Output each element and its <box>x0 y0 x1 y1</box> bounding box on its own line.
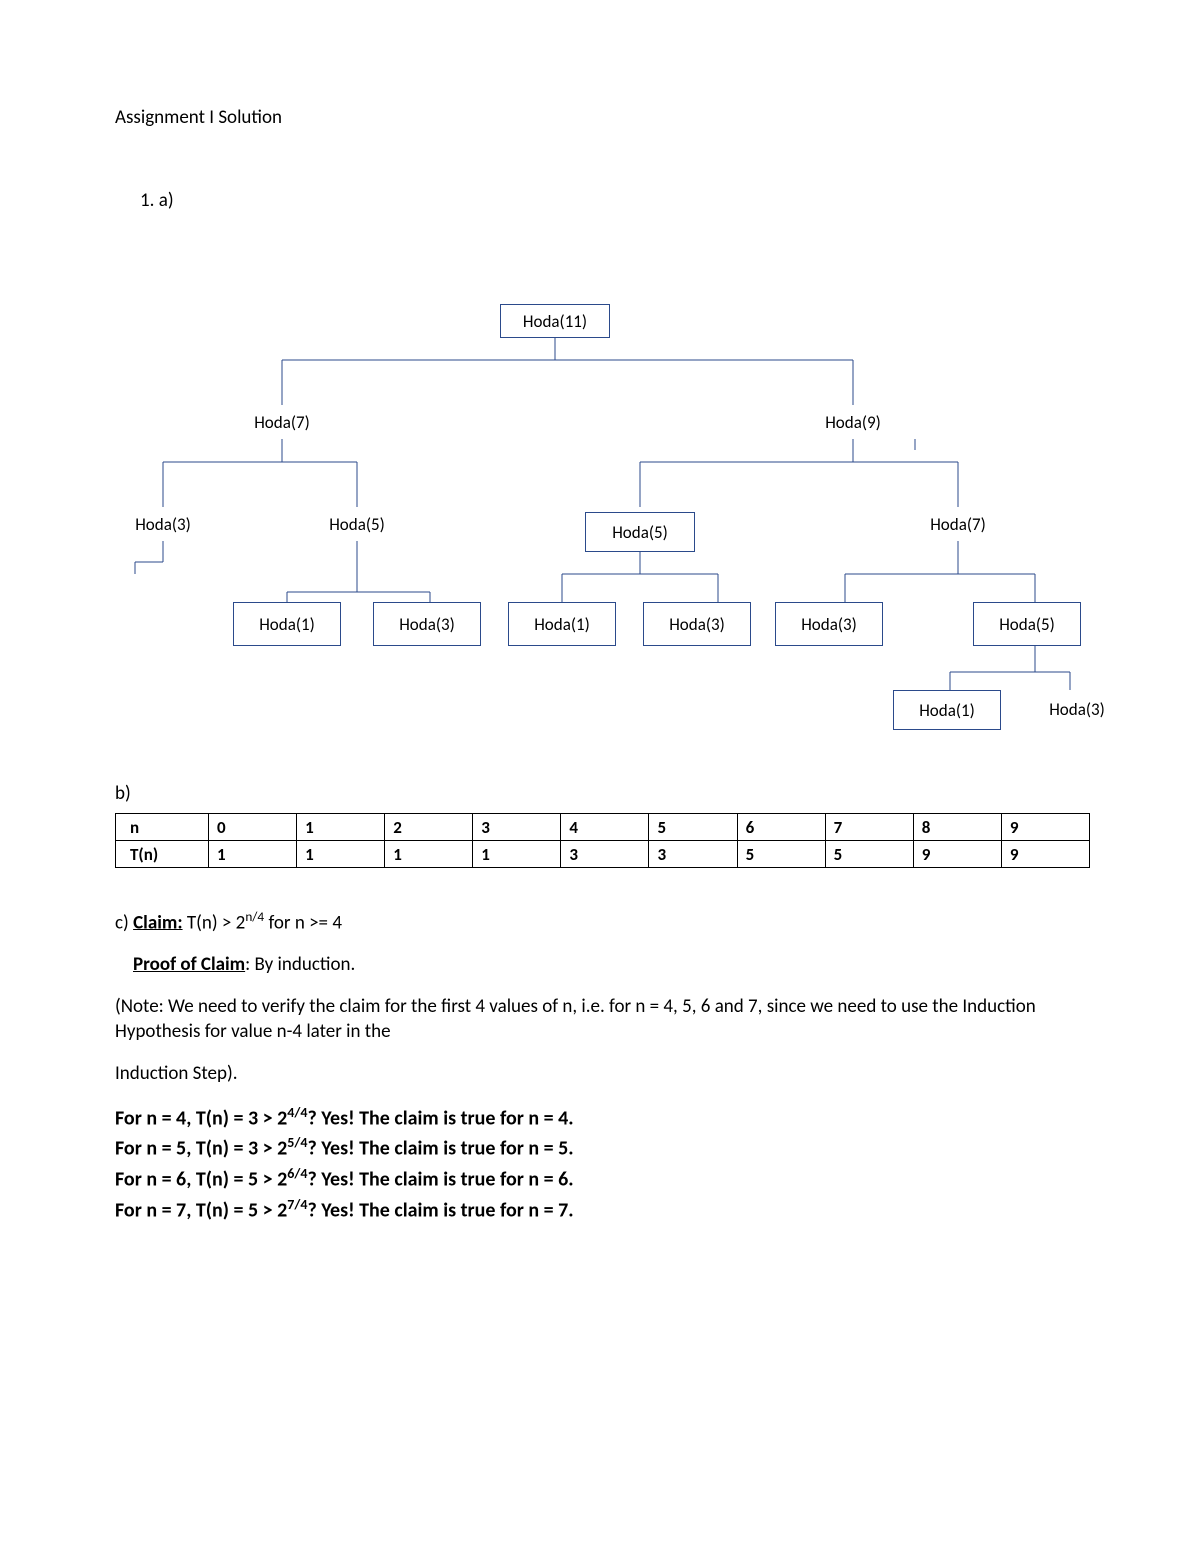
tree-node-label: Hoda(3) <box>801 614 857 635</box>
tree-node-ll: Hoda(3) <box>119 507 207 541</box>
tree-node-label: Hoda(1) <box>259 614 315 635</box>
table-row: n 0 1 2 3 4 5 6 7 8 9 <box>116 814 1090 841</box>
part-c-proof: c) Claim: T(n) > 2n/4 for n >= 4 Proof o… <box>115 908 1085 1225</box>
base-case-line: For n = 4, T(n) = 3 > 24/4? Yes! The cla… <box>115 1103 1085 1134</box>
base-case-text: ? Yes! The claim is true for n = 6. <box>307 1168 573 1192</box>
table-cell: 1 <box>209 841 297 868</box>
proof-of-claim-text: : By induction. <box>245 953 355 976</box>
proof-of-claim-label: Proof of Claim <box>133 953 245 976</box>
base-case-text: For n = 4, T(n) = 3 > 2 <box>115 1106 287 1130</box>
table-cell: 2 <box>385 814 473 841</box>
table-cell: 7 <box>825 814 913 841</box>
tree-node-label: Hoda(7) <box>930 514 986 535</box>
tree-node-label: Hoda(3) <box>399 614 455 635</box>
tree-node-label: Hoda(3) <box>669 614 725 635</box>
tree-node-r: Hoda(9) <box>809 405 897 439</box>
tree-node-rrl: Hoda(3) <box>775 602 883 646</box>
table-cell: 6 <box>737 814 825 841</box>
base-case-text: ? Yes! The claim is true for n = 5. <box>307 1137 573 1161</box>
table-cell: T(n) <box>116 841 209 868</box>
tree-node-l: Hoda(7) <box>238 405 326 439</box>
proof-of-claim-line: Proof of Claim: By induction. <box>133 952 1085 978</box>
tree-node-label: Hoda(5) <box>612 522 668 543</box>
claim-text: T(n) > 2 <box>183 911 246 934</box>
base-case-text: For n = 6, T(n) = 5 > 2 <box>115 1168 287 1192</box>
tree-node-rll: Hoda(1) <box>508 602 616 646</box>
base-case-text: For n = 5, T(n) = 3 > 2 <box>115 1137 287 1161</box>
table-cell: 1 <box>297 841 385 868</box>
table-cell: 3 <box>649 841 737 868</box>
tree-node-rrr: Hoda(5) <box>973 602 1081 646</box>
table-cell: 8 <box>913 814 1001 841</box>
tree-node-lrr: Hoda(3) <box>373 602 481 646</box>
tree-node-lr: Hoda(5) <box>313 507 401 541</box>
tree-node-label: Hoda(3) <box>1049 699 1105 720</box>
tree-node-label: Hoda(11) <box>523 311 587 332</box>
tree-node-label: Hoda(1) <box>919 700 975 721</box>
base-case-sup: 4/4 <box>287 1104 307 1121</box>
base-case-sup: 6/4 <box>287 1165 307 1182</box>
tree-node-rl: Hoda(5) <box>585 512 695 552</box>
table-cell: 5 <box>825 841 913 868</box>
recursion-tree: Hoda(11) Hoda(7) Hoda(9) Hoda(3) Hoda(5)… <box>115 262 1090 742</box>
tree-node-label: Hoda(1) <box>534 614 590 635</box>
claim-text: for n >= 4 <box>264 911 342 934</box>
proof-note-2: Induction Step). <box>115 1061 1085 1087</box>
table-cell: 9 <box>913 841 1001 868</box>
base-case-line: For n = 7, T(n) = 5 > 27/4? Yes! The cla… <box>115 1195 1085 1226</box>
tree-node-rlr: Hoda(3) <box>643 602 751 646</box>
tree-node-label: Hoda(5) <box>329 514 385 535</box>
tree-node-lrl: Hoda(1) <box>233 602 341 646</box>
document-page: Assignment I Solution 1. a) <box>0 0 1200 1553</box>
base-case-text: ? Yes! The claim is true for n = 7. <box>307 1198 573 1222</box>
table-cell: 9 <box>1001 841 1089 868</box>
claim-line: c) Claim: T(n) > 2n/4 for n >= 4 <box>115 908 1085 936</box>
doc-title: Assignment I Solution <box>115 106 1085 129</box>
table-row: T(n) 1 1 1 1 3 3 5 5 9 9 <box>116 841 1090 868</box>
table-cell: 3 <box>561 841 649 868</box>
base-case-text: ? Yes! The claim is true for n = 4. <box>307 1106 573 1130</box>
base-case-line: For n = 6, T(n) = 5 > 26/4? Yes! The cla… <box>115 1164 1085 1195</box>
tree-node-label: Hoda(9) <box>825 412 881 433</box>
table-cell: 4 <box>561 814 649 841</box>
tree-node-rrrl: Hoda(1) <box>893 690 1001 730</box>
base-case-line: For n = 5, T(n) = 3 > 25/4? Yes! The cla… <box>115 1133 1085 1164</box>
base-case-sup: 5/4 <box>287 1134 307 1151</box>
tree-node-rrrr: Hoda(3) <box>1033 692 1121 726</box>
tree-node-rr: Hoda(7) <box>914 507 1002 541</box>
table-cell: 5 <box>737 841 825 868</box>
table-cell: 1 <box>297 814 385 841</box>
table-cell: n <box>116 814 209 841</box>
part-b-label: b) <box>115 782 1085 805</box>
claim-label: Claim: <box>133 911 182 934</box>
table-cell: 5 <box>649 814 737 841</box>
tree-node-label: Hoda(7) <box>254 412 310 433</box>
proof-note: (Note: We need to verify the claim for t… <box>115 994 1085 1045</box>
table-cell: 0 <box>209 814 297 841</box>
table-cell: 3 <box>473 814 561 841</box>
tree-node-label: Hoda(5) <box>999 614 1055 635</box>
tree-node-label: Hoda(3) <box>135 514 191 535</box>
table-cell: 1 <box>385 841 473 868</box>
claim-sup: n/4 <box>245 908 264 925</box>
tree-node-root: Hoda(11) <box>500 304 610 338</box>
base-case-text: For n = 7, T(n) = 5 > 2 <box>115 1198 287 1222</box>
table-cell: 9 <box>1001 814 1089 841</box>
tn-table: n 0 1 2 3 4 5 6 7 8 9 T(n) 1 1 1 1 3 3 5… <box>115 813 1090 868</box>
table-cell: 1 <box>473 841 561 868</box>
base-case-sup: 7/4 <box>287 1196 307 1213</box>
part-c-prefix: c) <box>115 911 133 934</box>
question-1a-label: 1. a) <box>140 189 1085 212</box>
